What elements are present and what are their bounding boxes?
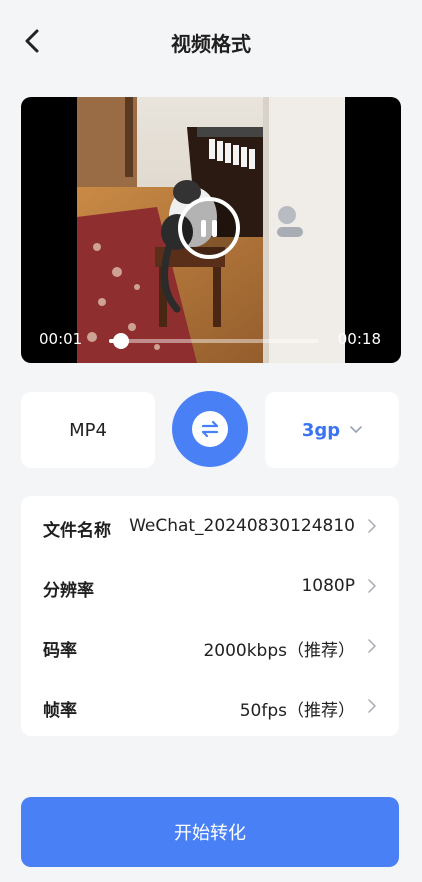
row-resolution[interactable]: 分辨率 1080P: [21, 556, 399, 616]
chevron-right-icon: [368, 579, 376, 593]
row-bitrate[interactable]: 码率 2000kbps（推荐）: [21, 616, 399, 676]
pause-button[interactable]: [178, 197, 240, 259]
row-value: 1080P: [301, 576, 355, 596]
row-file-name[interactable]: 文件名称 WeChat_20240830124810: [21, 496, 399, 556]
pause-icon: [201, 220, 206, 237]
start-convert-label: 开始转化: [174, 823, 246, 844]
progress-slider[interactable]: [109, 333, 319, 349]
header: 视频格式: [0, 0, 422, 84]
source-format: MP4: [21, 392, 155, 468]
row-frame-rate[interactable]: 帧率 50fps（推荐）: [21, 676, 399, 736]
settings-panel: 文件名称 WeChat_20240830124810 分辨率 1080P 码率 …: [21, 496, 399, 736]
row-label: 码率: [43, 641, 77, 661]
chevron-right-icon: [368, 519, 376, 533]
target-format-select[interactable]: 3gp: [265, 392, 399, 468]
chevron-right-icon: [368, 639, 376, 653]
start-convert-button[interactable]: 开始转化: [21, 797, 399, 867]
page-title: 视频格式: [171, 32, 251, 56]
duration: 00:18: [337, 330, 381, 348]
row-label: 文件名称: [43, 521, 111, 541]
target-format-label: 3gp: [301, 419, 341, 441]
video-player[interactable]: 00:01 00:18: [21, 97, 401, 363]
swap-format-button[interactable]: [172, 391, 248, 467]
row-label: 分辨率: [43, 581, 94, 601]
chevron-down-icon: [350, 426, 362, 433]
row-value: 2000kbps（推荐）: [203, 641, 355, 661]
row-label: 帧率: [43, 701, 77, 721]
source-format-label: MP4: [69, 419, 107, 441]
row-value: WeChat_20240830124810: [129, 516, 355, 536]
row-value: 50fps（推荐）: [239, 701, 355, 721]
chevron-right-icon: [368, 699, 376, 713]
progress-knob[interactable]: [112, 333, 129, 349]
current-time: 00:01: [39, 330, 83, 348]
swap-arrows-icon: [192, 411, 228, 447]
